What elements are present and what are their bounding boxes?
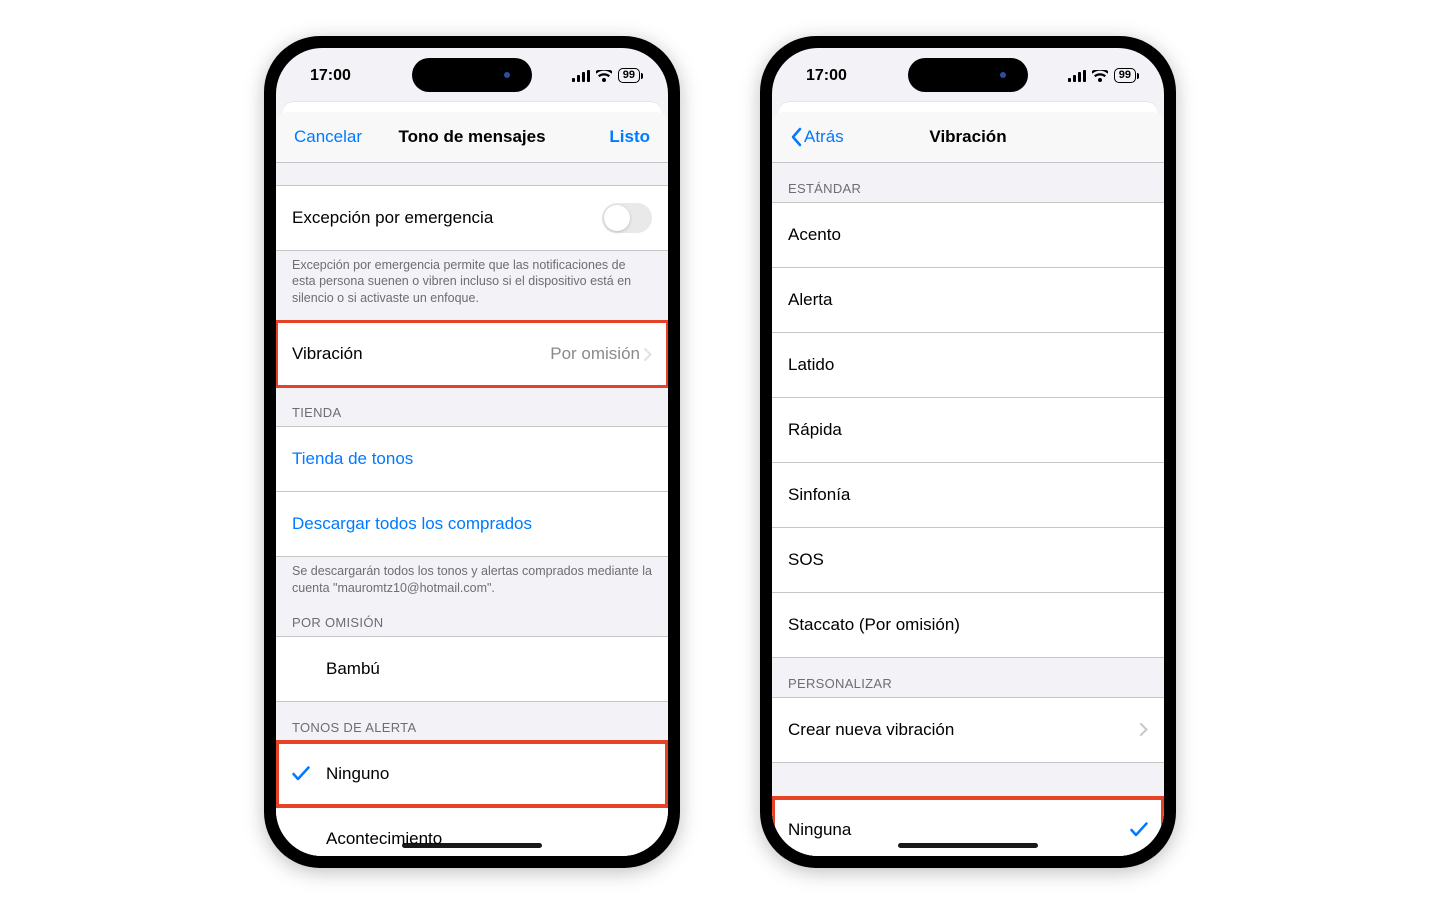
- home-indicator[interactable]: [402, 843, 542, 848]
- vibration-option-label: Staccato (Por omisión): [788, 615, 960, 635]
- custom-header: PERSONALIZAR: [772, 658, 1164, 697]
- vibration-option-label: Alerta: [788, 290, 832, 310]
- checkmark-icon: [292, 766, 310, 782]
- vibration-option-label: Latido: [788, 355, 834, 375]
- emergency-bypass-toggle[interactable]: [602, 203, 652, 233]
- dynamic-island: [908, 58, 1028, 92]
- standard-header: ESTÁNDAR: [772, 163, 1164, 202]
- emergency-bypass-footer: Excepción por emergencia permite que las…: [276, 251, 668, 322]
- back-label: Atrás: [804, 127, 844, 147]
- alert-tone-label: Ninguno: [326, 764, 389, 784]
- battery-icon: 99: [1114, 68, 1136, 83]
- nav-bar: Cancelar Tono de mensajes Listo: [276, 112, 668, 163]
- default-header: POR OMISIÓN: [276, 611, 668, 636]
- back-button[interactable]: Atrás: [790, 127, 844, 147]
- vibration-option-label: Acento: [788, 225, 841, 245]
- signal-icon: [1068, 70, 1086, 82]
- alert-tones-header: TONOS DE ALERTA: [276, 702, 668, 741]
- vibration-option-label: SOS: [788, 550, 824, 570]
- create-vibration-row[interactable]: Crear nueva vibración: [772, 697, 1164, 763]
- store-footer: Se descargarán todos los tonos y alertas…: [276, 557, 668, 611]
- vibration-option-label: Rápida: [788, 420, 842, 440]
- tone-store-link[interactable]: Tienda de tonos: [276, 426, 668, 492]
- alert-tone-row[interactable]: Acontecimiento: [276, 807, 668, 856]
- download-all-link[interactable]: Descargar todos los comprados: [276, 492, 668, 557]
- wifi-icon: [1092, 70, 1108, 82]
- done-button[interactable]: Listo: [609, 127, 650, 147]
- home-indicator[interactable]: [898, 843, 1038, 848]
- cancel-button[interactable]: Cancelar: [294, 127, 362, 147]
- vibration-none-label: Ninguna: [788, 820, 851, 840]
- vibration-option-row[interactable]: Acento: [772, 202, 1164, 268]
- emergency-bypass-row[interactable]: Excepción por emergencia: [276, 185, 668, 251]
- vibration-label: Vibración: [292, 344, 363, 364]
- phone-mockup-left: 17:00 99 Cancelar Tono de mensajes Listo…: [264, 36, 680, 868]
- vibration-option-row[interactable]: Latido: [772, 333, 1164, 398]
- default-tone-row[interactable]: Bambú: [276, 636, 668, 702]
- dynamic-island: [412, 58, 532, 92]
- vibration-value: Por omisión: [550, 344, 640, 364]
- vibration-option-row[interactable]: Sinfonía: [772, 463, 1164, 528]
- vibration-option-row[interactable]: Staccato (Por omisión): [772, 593, 1164, 658]
- vibration-option-row[interactable]: SOS: [772, 528, 1164, 593]
- vibration-option-label: Sinfonía: [788, 485, 850, 505]
- chevron-right-icon: [644, 348, 652, 361]
- vibration-option-row[interactable]: Rápida: [772, 398, 1164, 463]
- store-header: TIENDA: [276, 387, 668, 426]
- default-tone-label: Bambú: [326, 659, 380, 679]
- signal-icon: [572, 70, 590, 82]
- battery-icon: 99: [618, 68, 640, 83]
- vibration-row[interactable]: Vibración Por omisión: [276, 321, 668, 387]
- status-time: 17:00: [310, 67, 351, 85]
- chevron-left-icon: [790, 127, 802, 147]
- phone-mockup-right: 17:00 99 Atrás Vibración ESTÁNDAR Acento…: [760, 36, 1176, 868]
- create-vibration-label: Crear nueva vibración: [788, 720, 954, 740]
- chevron-right-icon: [1140, 723, 1148, 736]
- wifi-icon: [596, 70, 612, 82]
- emergency-bypass-label: Excepción por emergencia: [292, 208, 493, 228]
- vibration-option-row[interactable]: Alerta: [772, 268, 1164, 333]
- status-time: 17:00: [806, 67, 847, 85]
- alert-tone-row-none[interactable]: Ninguno: [276, 741, 668, 807]
- nav-bar: Atrás Vibración: [772, 112, 1164, 163]
- checkmark-icon: [1130, 822, 1148, 838]
